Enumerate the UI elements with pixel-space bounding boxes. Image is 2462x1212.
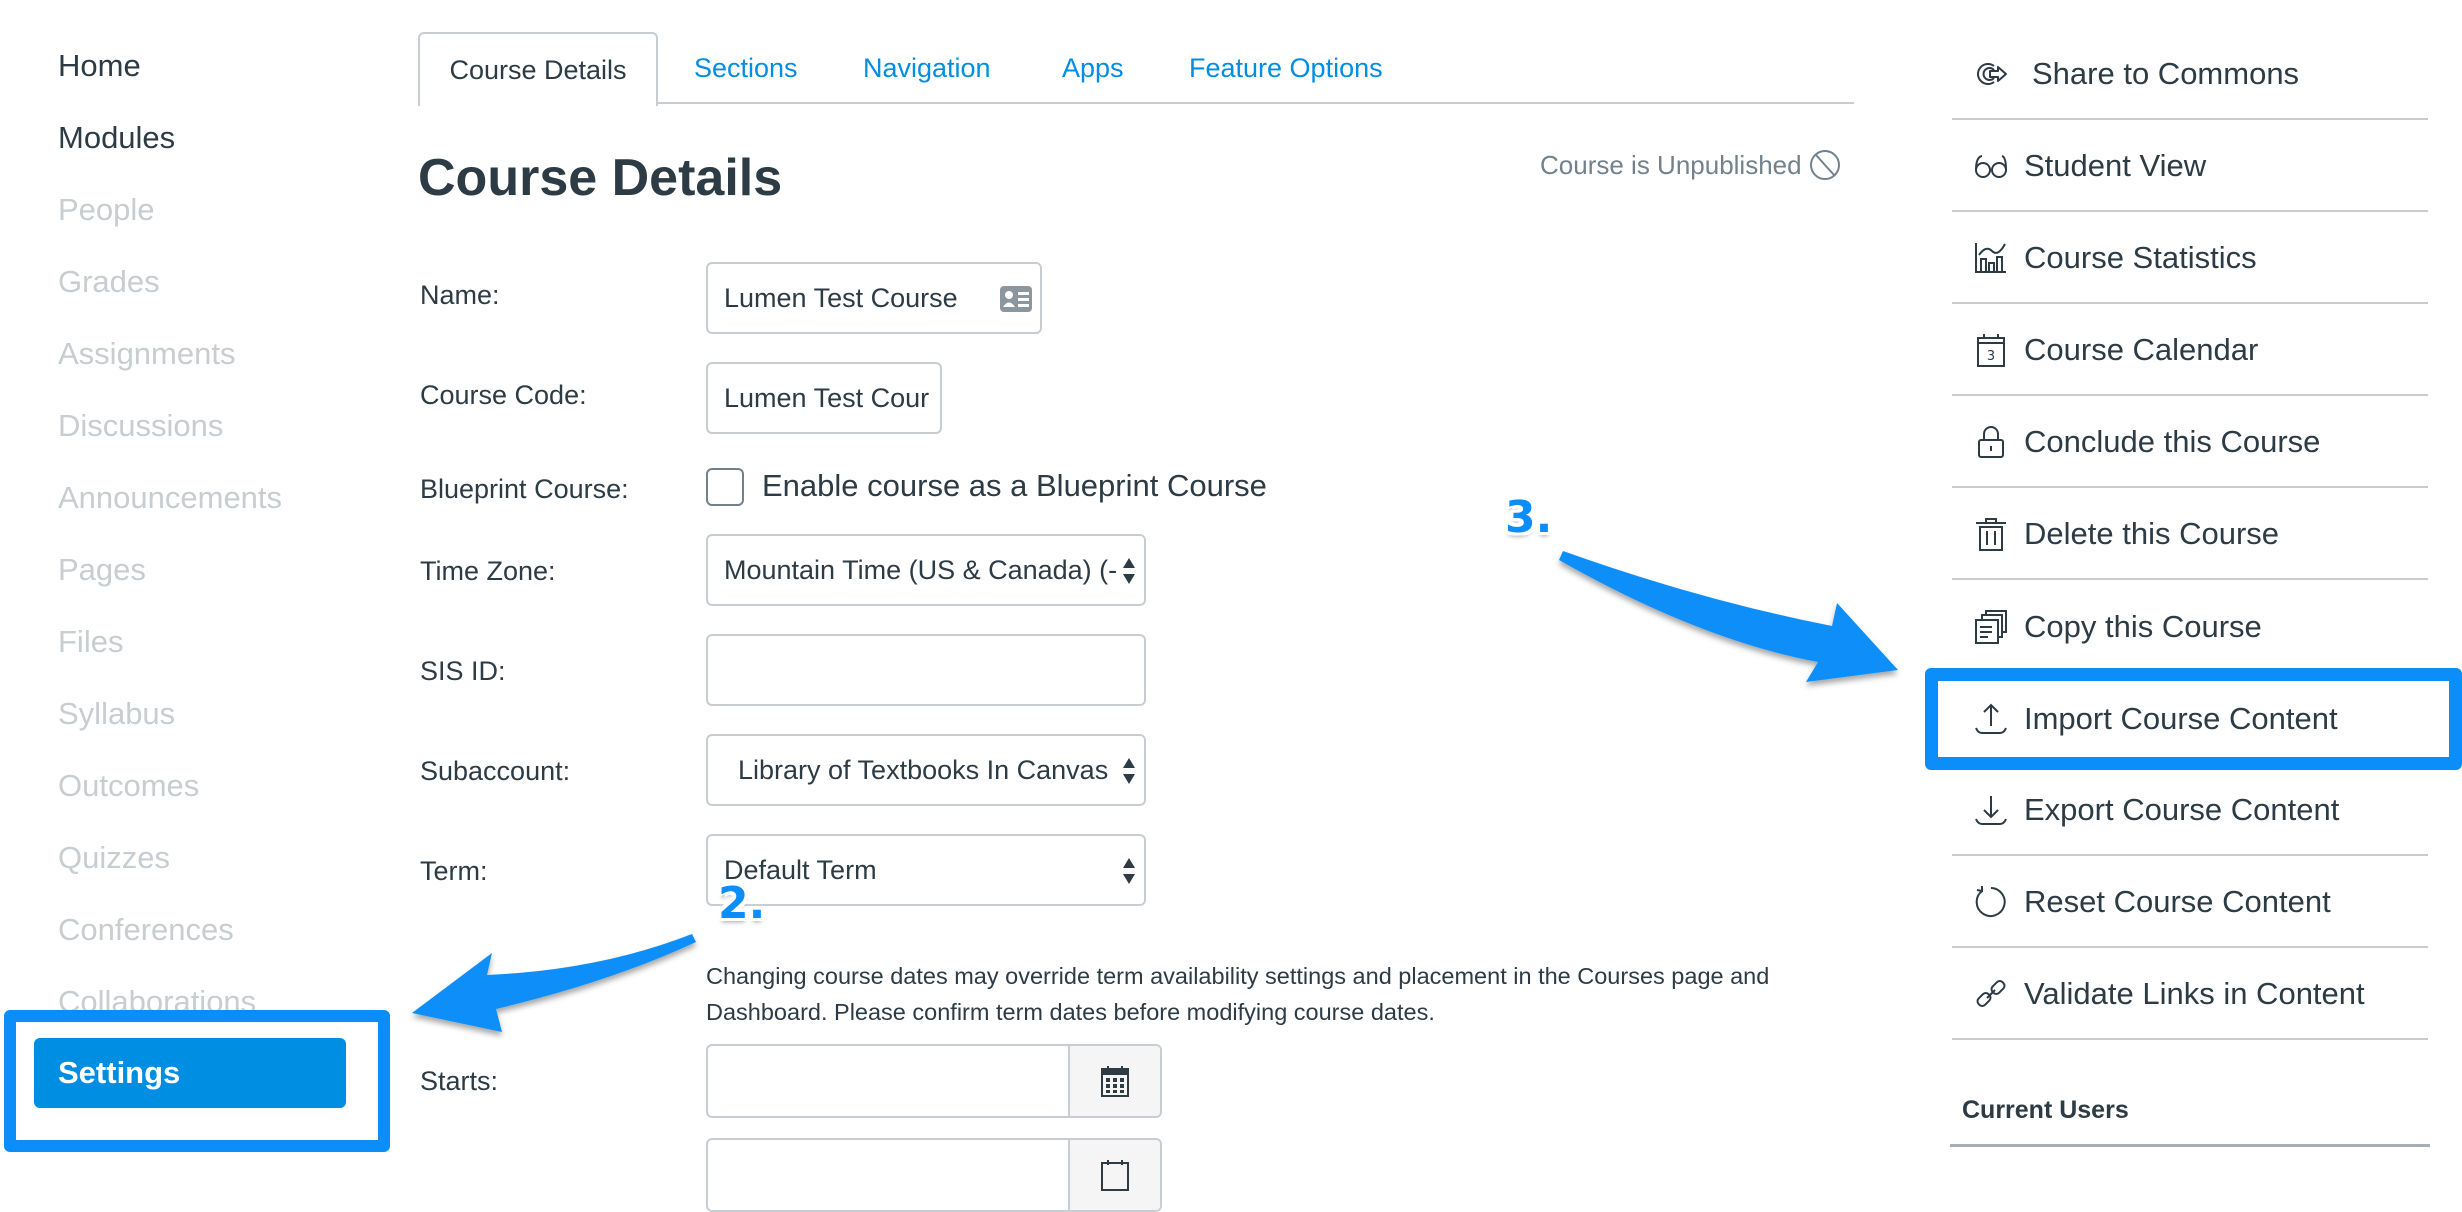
glasses-icon [1975,155,2007,178]
nav-item-pages[interactable]: Pages [58,550,146,590]
course-calendar-label: Course Calendar [2024,332,2259,367]
sis-id-label: SIS ID: [420,656,506,686]
reset-course-content-button[interactable]: Reset Course Content [1952,858,2428,948]
calendar-icon: 3 [1977,334,2005,367]
subaccount-value: Library of Textbooks In Canvas [738,755,1109,785]
trash-icon [1976,518,2006,551]
contact-card-icon [1000,286,1032,312]
nav-item-modules[interactable]: Modules [58,118,175,158]
select-arrows-icon [1123,558,1135,584]
nav-item-files[interactable]: Files [58,622,123,662]
export-course-content-label: Export Course Content [2024,792,2340,827]
nav-item-announcements[interactable]: Announcements [58,478,282,518]
nav-item-quizzes[interactable]: Quizzes [58,838,170,878]
reset-course-content-label: Reset Course Content [2024,884,2331,919]
tab-course-details[interactable]: Course Details [418,32,658,106]
publish-status-text: Course is Unpublished [1540,149,1802,180]
step-3-arrow [1559,551,1898,682]
tab-sections[interactable]: Sections [694,32,798,104]
course-code-input[interactable]: Lumen Test Cour [706,362,942,434]
time-zone-label: Time Zone: [420,556,556,586]
import-course-content-button[interactable]: Import Course Content [1952,674,2428,764]
name-label: Name: [420,280,500,310]
sis-id-input[interactable] [706,634,1146,706]
nav-item-home[interactable]: Home [58,46,141,86]
nav-item-grades[interactable]: Grades [58,262,160,302]
end-date-input[interactable] [706,1138,1162,1212]
download-icon [1975,796,2007,825]
course-code-label: Course Code: [420,380,587,410]
page-title: Course Details [418,149,783,207]
nav-item-people[interactable]: People [58,190,155,230]
copy-course-button[interactable]: Copy this Course [1952,582,2428,672]
subaccount-label: Subaccount: [420,756,571,786]
publish-status[interactable]: Course is Unpublished [1540,148,1842,182]
nav-item-assignments[interactable]: Assignments [58,334,235,374]
export-course-content-button[interactable]: Export Course Content [1952,766,2428,856]
nav-item-outcomes[interactable]: Outcomes [58,766,199,806]
select-arrows-icon [1123,858,1135,884]
time-zone-select[interactable]: Mountain Time (US & Canada) (- [706,534,1146,606]
copy-icon [1975,610,2007,644]
nav-item-settings[interactable]: Settings [34,1038,346,1108]
reset-icon [1975,886,2006,917]
course-code-value: Lumen Test Cour [724,383,930,413]
subaccount-select[interactable]: Library of Textbooks In Canvas [706,734,1146,806]
term-select[interactable]: Default Term [706,834,1146,906]
conclude-course-button[interactable]: Conclude this Course [1952,398,2428,488]
statistics-icon [1975,243,2006,273]
tab-feature-options[interactable]: Feature Options [1189,32,1383,104]
student-view-label: Student View [2024,148,2207,183]
course-dates-notice: Changing course dates may override term … [706,963,1770,1025]
validate-links-button[interactable]: Validate Links in Content [1952,950,2428,1040]
course-statistics-button[interactable]: Course Statistics [1952,214,2428,304]
unpublished-circle-slash-icon [1809,150,1840,180]
current-users-heading: Current Users [1962,1096,2129,1124]
term-label: Term: [420,856,488,886]
course-name-input[interactable]: Lumen Test Course [706,262,1042,334]
start-date-input[interactable] [706,1044,1162,1118]
step-2-arrow [412,934,696,1032]
svg-text:3: 3 [1987,349,1995,364]
time-zone-value: Mountain Time (US & Canada) (- [724,555,1118,585]
starts-label: Starts: [420,1066,499,1096]
tab-apps[interactable]: Apps [1062,32,1124,104]
conclude-course-label: Conclude this Course [2024,424,2321,459]
step-2-label: 2. [718,878,766,929]
student-view-button[interactable]: Student View [1952,122,2428,212]
start-date-calendar-button[interactable] [1068,1046,1160,1116]
end-date-calendar-button[interactable] [1068,1140,1160,1210]
course-statistics-label: Course Statistics [2024,240,2257,275]
share-to-commons-button[interactable]: Share to Commons [1952,30,2428,120]
blueprint-label: Blueprint Course: [420,474,629,504]
nav-item-syllabus[interactable]: Syllabus [58,694,175,734]
course-name-value: Lumen Test Course [724,283,958,313]
copy-course-label: Copy this Course [2024,609,2262,644]
course-calendar-button[interactable]: 3 Course Calendar [1952,306,2428,396]
nav-item-conferences[interactable]: Conferences [58,910,234,950]
commons-share-icon [1977,63,2007,85]
link-icon [1976,980,2006,1007]
share-to-commons-label: Share to Commons [2032,56,2300,91]
delete-course-button[interactable]: Delete this Course [1952,490,2428,580]
nav-item-discussions[interactable]: Discussions [58,406,223,446]
course-navigation: Home Modules People Grades Assignments D… [0,0,400,1164]
import-course-content-label: Import Course Content [2024,701,2338,736]
blueprint-checkbox-label[interactable]: Enable course as a Blueprint Course [762,468,1267,504]
select-arrows-icon [1123,758,1135,784]
tab-navigation[interactable]: Navigation [863,32,991,104]
current-users-divider [1950,1144,2430,1147]
delete-course-label: Delete this Course [2024,516,2280,551]
lock-icon [1978,426,2004,458]
blueprint-checkbox[interactable] [706,468,744,506]
upload-icon [1975,703,2007,734]
validate-links-label: Validate Links in Content [2024,976,2365,1011]
step-3-label: 3. [1505,492,1553,543]
calendar-icon [1101,1066,1129,1097]
